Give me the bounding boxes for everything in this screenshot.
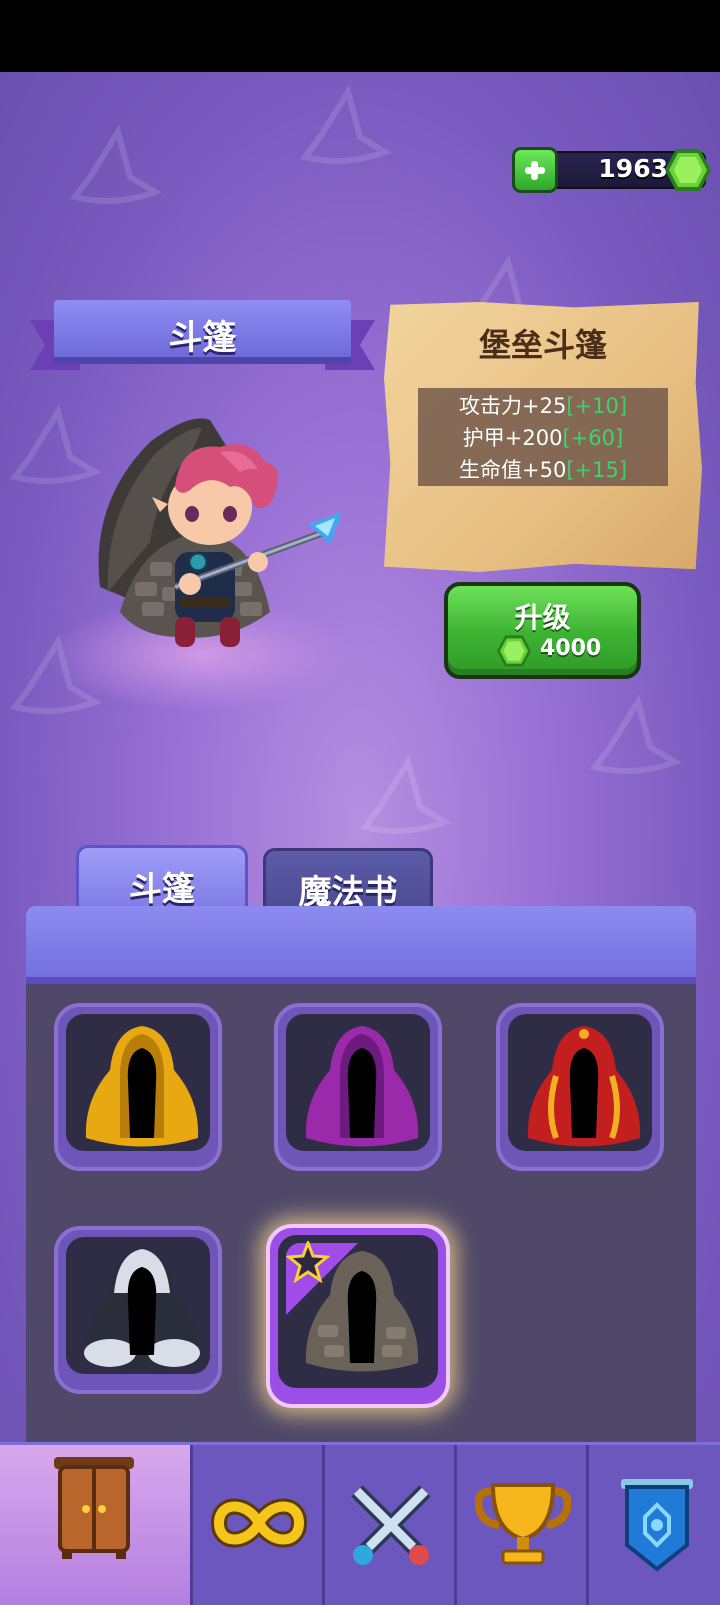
nav-clan[interactable]	[586, 1445, 720, 1605]
yellow-cloak-icon	[85, 1026, 199, 1147]
nav-battle[interactable]	[322, 1445, 454, 1605]
game-screen: 1963 斗篷 堡垒斗篷 攻击力+25[+10] 护甲+200[+60] 生命值…	[0, 0, 720, 1605]
stat-armor: 护甲+200[+60]	[418, 422, 668, 452]
cloak-slot-white[interactable]	[54, 1226, 222, 1394]
stat-attack-value: 攻击力+25	[458, 394, 567, 418]
banner-title: 斗篷	[168, 318, 237, 358]
slot-frame	[508, 1014, 652, 1151]
gem-icon	[665, 149, 711, 191]
category-banner: 斗篷	[30, 300, 375, 382]
hat-pattern-icon	[589, 694, 682, 774]
gem-count: 1963	[598, 154, 668, 183]
slot-frame	[286, 1014, 430, 1151]
wizard-character	[98, 418, 342, 647]
cloak-slot-fortress[interactable]: ✔	[266, 1224, 450, 1408]
item-stats: 攻击力+25[+10] 护甲+200[+60] 生命值+50[+15]	[418, 388, 668, 486]
stat-health-value: 生命值+50	[458, 458, 567, 482]
stat-health-bonus: [+15]	[566, 458, 628, 482]
hat-pattern-icon	[299, 84, 392, 164]
cloak-slot-yellow[interactable]	[54, 1003, 222, 1171]
stat-attack: 攻击力+25[+10]	[418, 390, 668, 420]
stat-armor-value: 护甲+200	[462, 426, 563, 450]
bottom-navigation	[0, 1442, 720, 1605]
cloak-slot-red[interactable]	[496, 1003, 664, 1171]
infinity-icon	[211, 1498, 307, 1548]
upgrade-cost: 4000	[540, 636, 602, 661]
item-name: 堡垒斗篷	[478, 326, 607, 364]
star-icon	[286, 1241, 330, 1283]
tab-spellbook[interactable]: 魔法书	[263, 848, 433, 912]
nav-leaderboard[interactable]	[454, 1445, 586, 1605]
slot-frame	[66, 1237, 210, 1374]
trophy-icon	[475, 1483, 571, 1565]
upgrade-button[interactable]: 升级 4000	[444, 582, 641, 679]
upgrade-label: 升级	[514, 601, 571, 634]
cloak-slot-purple[interactable]	[274, 1003, 442, 1171]
hat-pattern-icon	[359, 754, 452, 834]
inventory-panel-header	[26, 906, 696, 984]
slot-frame	[66, 1014, 210, 1151]
shield-banner-icon	[621, 1479, 693, 1572]
red-cloak-icon	[527, 1026, 641, 1147]
add-gems-button[interactable]	[512, 147, 558, 193]
crossed-swords-icon	[351, 1485, 431, 1565]
nav-endless[interactable]	[190, 1445, 322, 1605]
stat-attack-bonus: [+10]	[566, 394, 628, 418]
stat-health: 生命值+50[+15]	[418, 454, 668, 484]
slot-frame: ✔	[278, 1235, 438, 1388]
gem-currency: 1963	[512, 147, 712, 193]
tab-cloak-label: 斗篷	[129, 869, 195, 908]
wardrobe-icon	[54, 1457, 134, 1559]
status-bar	[0, 0, 720, 72]
purple-cloak-icon	[305, 1026, 419, 1147]
white-cloak-icon	[84, 1249, 200, 1370]
nav-wardrobe[interactable]	[0, 1445, 190, 1605]
stat-armor-bonus: [+60]	[562, 426, 624, 450]
tab-cloak[interactable]: 斗篷	[76, 845, 248, 909]
gem-icon	[497, 635, 531, 667]
hat-pattern-icon	[69, 124, 162, 204]
